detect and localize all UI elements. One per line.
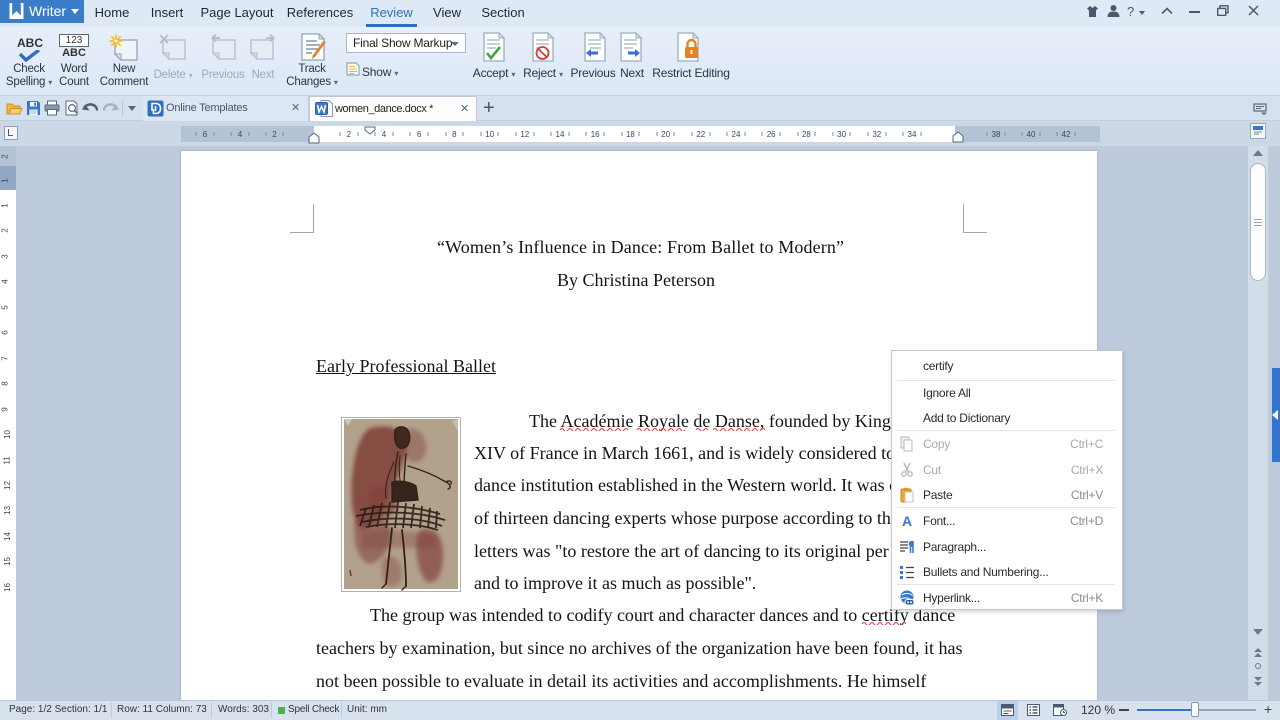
svg-text:A: A: [902, 513, 912, 529]
